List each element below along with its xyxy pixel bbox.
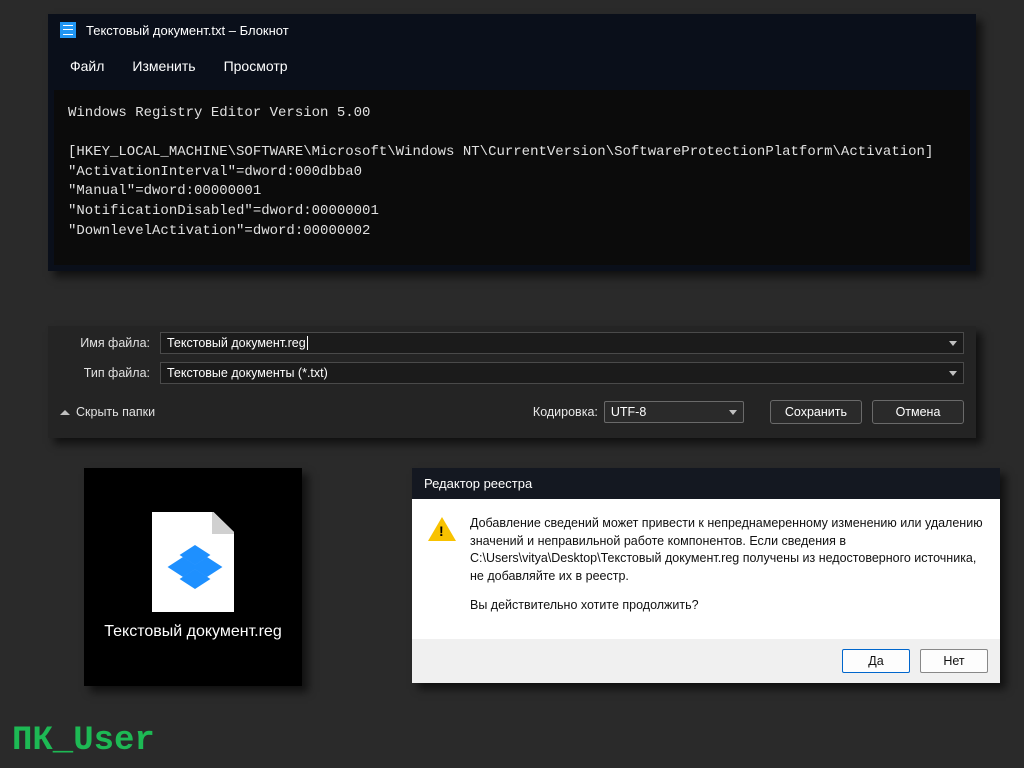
filetype-label: Тип файла: [60,366,160,380]
regdlg-title[interactable]: Редактор реестра [412,468,1000,499]
warning-icon [428,517,456,541]
filename-label: Имя файла: [60,336,160,350]
filetype-select[interactable]: Текстовые документы (*.txt) [160,362,964,384]
encoding-select[interactable]: UTF-8 [604,401,744,423]
notepad-menubar: Файл Изменить Просмотр [48,46,976,90]
save-dialog: Имя файла: Текстовый документ.reg Тип фа… [48,326,976,438]
cancel-button[interactable]: Отмена [872,400,964,424]
regdlg-message: Добавление сведений может привести к неп… [470,515,984,585]
save-button[interactable]: Сохранить [770,400,862,424]
chevron-down-icon [949,371,957,376]
notepad-title: Текстовый документ.txt – Блокнот [86,23,289,38]
notepad-titlebar[interactable]: Текстовый документ.txt – Блокнот [48,14,976,46]
regdlg-buttons: Да Нет [412,639,1000,683]
notepad-editor[interactable]: Windows Registry Editor Version 5.00 [HK… [54,90,970,265]
regdlg-text: Добавление сведений может привести к неп… [470,515,984,627]
menu-file[interactable]: Файл [56,52,118,80]
notepad-window: Текстовый документ.txt – Блокнот Файл Из… [48,14,976,271]
filetype-row: Тип файла: Текстовые документы (*.txt) [48,356,976,386]
watermark: ПК_User [12,722,155,760]
notepad-icon [60,22,76,38]
no-button[interactable]: Нет [920,649,988,673]
filetype-value: Текстовые документы (*.txt) [167,366,949,380]
save-bottom-row: Скрыть папки Кодировка: UTF-8 Сохранить … [48,386,976,428]
reg-file-icon [152,512,234,612]
filename-value: Текстовый документ.reg [167,336,949,351]
filename-row: Имя файла: Текстовый документ.reg [48,326,976,356]
hide-folders-button[interactable]: Скрыть папки [60,405,155,419]
menu-edit[interactable]: Изменить [118,52,209,80]
encoding-value: UTF-8 [611,405,729,419]
desktop-file-tile[interactable]: Текстовый документ.reg [84,468,302,686]
encoding-label: Кодировка: [533,405,598,419]
desktop-file-label: Текстовый документ.reg [104,622,281,642]
regdlg-body: Добавление сведений может привести к неп… [412,499,1000,639]
chevron-down-icon [949,341,957,346]
filename-input[interactable]: Текстовый документ.reg [160,332,964,354]
regdlg-confirm-question: Вы действительно хотите продолжить? [470,597,984,615]
chevron-up-icon [60,410,70,415]
menu-view[interactable]: Просмотр [210,52,302,80]
registry-confirm-dialog: Редактор реестра Добавление сведений мож… [412,468,1000,683]
chevron-down-icon [729,410,737,415]
yes-button[interactable]: Да [842,649,910,673]
